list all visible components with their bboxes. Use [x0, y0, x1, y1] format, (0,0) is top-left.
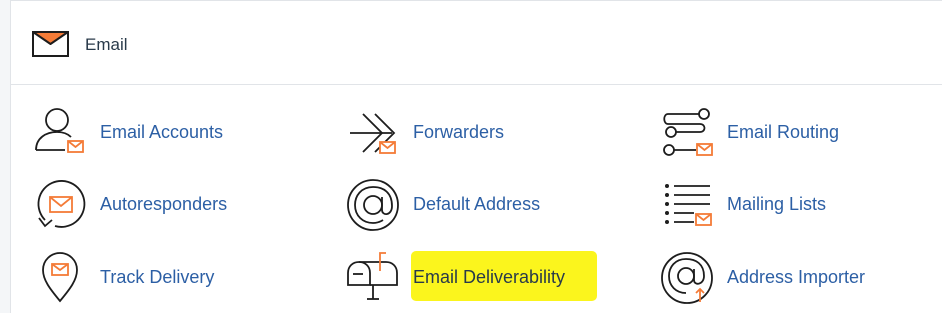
track-delivery-label: Track Delivery: [100, 267, 215, 287]
user-mail-icon: [35, 108, 84, 153]
email-routing-link[interactable]: Email Routing: [660, 104, 880, 162]
forward-arrows-icon: [350, 113, 396, 154]
mailing-list-icon: [665, 184, 712, 226]
default-address-link[interactable]: Default Address: [346, 176, 586, 234]
email-accounts-label: Email Accounts: [100, 122, 224, 142]
autoresponders-link[interactable]: Autoresponders: [33, 176, 273, 234]
email-routing-label: Email Routing: [727, 122, 840, 142]
email-deliverability-label: Email Deliverability: [413, 267, 566, 287]
address-importer-link[interactable]: Address Importer: [660, 249, 900, 307]
forwarders-label: Forwarders: [413, 122, 505, 142]
at-import-icon: [661, 252, 713, 304]
section-title: Email: [85, 35, 128, 54]
routing-icon: [663, 108, 713, 156]
track-delivery-link[interactable]: Track Delivery: [33, 249, 273, 307]
panel-header[interactable]: Email: [11, 1, 942, 85]
default-address-label: Default Address: [413, 194, 541, 214]
location-pin-mail-icon: [42, 252, 78, 303]
mailing-lists-link[interactable]: Mailing Lists: [660, 176, 880, 234]
autoresponder-icon: [37, 180, 86, 228]
forwarders-link[interactable]: Forwarders: [346, 104, 546, 162]
mailing-lists-label: Mailing Lists: [727, 194, 827, 214]
at-sign-icon: [347, 179, 399, 231]
email-deliverability-link[interactable]: Email Deliverability: [346, 249, 586, 307]
autoresponders-label: Autoresponders: [100, 194, 228, 214]
email-accounts-link[interactable]: Email Accounts: [33, 104, 253, 162]
address-importer-label: Address Importer: [727, 267, 866, 287]
mailbox-icon: [347, 252, 398, 300]
email-panel: Email Email Accounts Forwarders Email Ro…: [10, 0, 942, 313]
envelope-icon: [32, 31, 69, 57]
